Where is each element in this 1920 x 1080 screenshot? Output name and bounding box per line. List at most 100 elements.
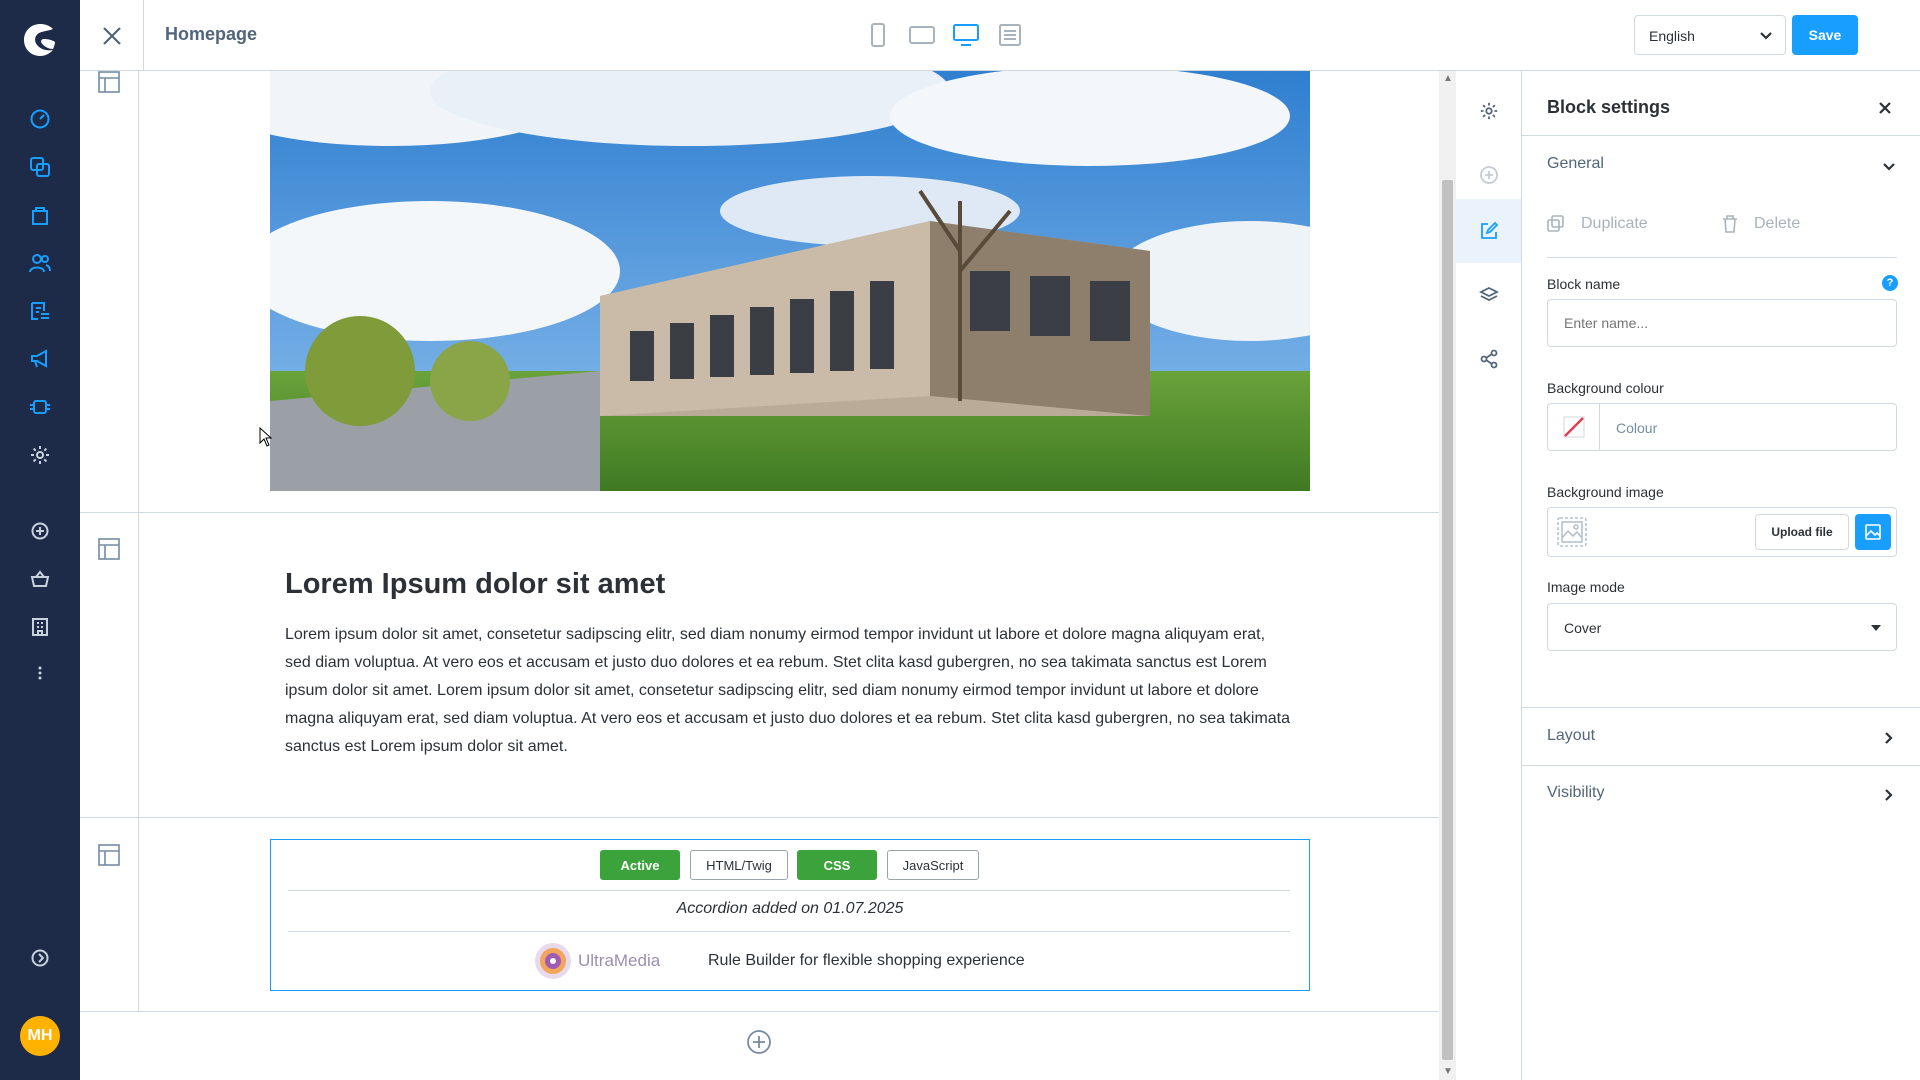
building-photo: [270, 71, 1310, 491]
viewport-desktop-button[interactable]: [952, 22, 980, 48]
image-placeholder-icon: [1557, 517, 1587, 547]
scroll-down-arrow[interactable]: ▼: [1443, 1066, 1453, 1077]
background-image-label: Background image: [1547, 484, 1664, 500]
duplicate-button[interactable]: Duplicate: [1547, 215, 1648, 233]
layers-button[interactable]: [1456, 263, 1521, 327]
marketing-icon[interactable]: [25, 344, 55, 374]
text-paragraph[interactable]: Lorem ipsum dolor sit amet, consetetur s…: [285, 621, 1295, 761]
accordion-text[interactable]: Accordion added on 01.07.2025: [271, 900, 1309, 918]
add-section-button[interactable]: [746, 1029, 772, 1055]
main-navigation: MH: [0, 0, 80, 1080]
dashboard-icon[interactable]: [25, 104, 55, 134]
language-select[interactable]: English: [1634, 15, 1786, 55]
shopware-logo-icon[interactable]: [20, 20, 60, 60]
viewport-mobile-button[interactable]: [864, 22, 892, 48]
layout-section-toggle[interactable]: Layout: [1547, 727, 1595, 745]
tab-html-twig[interactable]: HTML/Twig: [690, 850, 788, 880]
close-editor-button[interactable]: [80, 0, 144, 71]
no-colour-icon: [1563, 416, 1584, 438]
copy-icon: [1547, 215, 1564, 232]
layers-icon: [1478, 286, 1499, 302]
edit-icon: [1480, 221, 1498, 239]
add-circle-icon: [1479, 166, 1498, 184]
ultramedia-logo: UltraMedia: [534, 942, 660, 980]
chevron-down-icon: [1760, 32, 1772, 40]
avatar[interactable]: MH: [20, 1016, 60, 1056]
scroll-up-arrow[interactable]: ▲: [1443, 73, 1453, 84]
add-circle-icon[interactable]: [25, 516, 55, 546]
panel-close-button[interactable]: [1878, 101, 1892, 115]
gear-icon: [1480, 102, 1497, 120]
colour-placeholder: Colour: [1616, 420, 1658, 436]
settings-icon[interactable]: [25, 440, 55, 470]
mouse-cursor-icon: [259, 427, 273, 447]
save-button[interactable]: Save: [1792, 15, 1858, 55]
collapse-icon[interactable]: [25, 943, 55, 973]
background-image-field[interactable]: Upload file: [1547, 507, 1897, 557]
basket-icon[interactable]: [25, 564, 55, 594]
tab-css[interactable]: CSS: [797, 850, 877, 880]
close-icon: [102, 26, 121, 45]
smartphone-icon: [871, 23, 885, 47]
text-heading[interactable]: Lorem Ipsum dolor sit amet: [285, 568, 665, 601]
section-layout-icon[interactable]: [98, 538, 122, 562]
html-block[interactable]: Active HTML/Twig CSS JavaScript Accordio…: [270, 839, 1310, 991]
upload-file-button[interactable]: Upload file: [1755, 514, 1849, 550]
more-icon[interactable]: [25, 658, 55, 688]
visibility-section-toggle[interactable]: Visibility: [1547, 784, 1605, 802]
rule-builder-text[interactable]: Rule Builder for flexible shopping exper…: [708, 952, 1025, 970]
tab-javascript[interactable]: JavaScript: [887, 850, 979, 880]
edit-block-button[interactable]: [1456, 199, 1521, 263]
add-blocks-button[interactable]: [1456, 143, 1521, 207]
hero-image[interactable]: [270, 71, 1310, 491]
divider: [288, 931, 1290, 932]
add-circle-icon: [747, 1030, 771, 1054]
orders-icon[interactable]: [25, 200, 55, 230]
page-canvas: Lorem Ipsum dolor sit amet Lorem ipsum d…: [80, 71, 1439, 1080]
desktop-icon: [953, 24, 979, 46]
image-mode-value: Cover: [1564, 620, 1602, 636]
scrollbar-thumb[interactable]: [1442, 180, 1453, 1060]
share-icon: [1480, 349, 1497, 369]
chevron-right-icon[interactable]: [1882, 788, 1896, 802]
logo-text: UltraMedia: [578, 951, 661, 970]
section-divider: [80, 512, 1439, 513]
duplicate-label: Duplicate: [1581, 215, 1648, 232]
block-name-input[interactable]: [1547, 299, 1897, 347]
divider: [1547, 257, 1897, 258]
tab-active[interactable]: Active: [600, 850, 680, 880]
colour-swatch[interactable]: [1548, 404, 1600, 450]
caret-down-icon: [1871, 625, 1881, 631]
image-mode-label: Image mode: [1547, 579, 1625, 595]
tablet-icon: [909, 26, 935, 44]
section-divider: [80, 1011, 1439, 1012]
delete-button[interactable]: Delete: [1722, 215, 1800, 233]
canvas-scrollbar[interactable]: ▲ ▼: [1439, 71, 1456, 1080]
help-icon[interactable]: ?: [1882, 275, 1898, 291]
section-layout-icon[interactable]: [98, 71, 122, 95]
extensions-icon[interactable]: [25, 392, 55, 422]
content-icon[interactable]: [25, 296, 55, 326]
viewport-list-button[interactable]: [996, 22, 1024, 48]
general-section-toggle[interactable]: General: [1547, 155, 1604, 173]
viewport-tablet-button[interactable]: [908, 22, 936, 48]
chevron-right-icon[interactable]: [1882, 731, 1896, 745]
divider: [1522, 765, 1920, 766]
catalogues-icon[interactable]: [25, 152, 55, 182]
section-divider: [80, 817, 1439, 818]
list-view-icon: [999, 24, 1021, 46]
panel-title: Block settings: [1547, 97, 1671, 117]
block-name-label: Block name: [1547, 276, 1621, 292]
share-button[interactable]: [1456, 327, 1521, 391]
divider: [1522, 707, 1920, 708]
store-icon[interactable]: [25, 612, 55, 642]
page-settings-button[interactable]: [1456, 79, 1521, 143]
chevron-down-icon[interactable]: [1882, 160, 1896, 174]
customers-icon[interactable]: [25, 248, 55, 278]
media-library-button[interactable]: [1855, 514, 1891, 550]
divider: [288, 890, 1290, 891]
section-layout-icon[interactable]: [98, 844, 122, 868]
background-colour-field[interactable]: Colour: [1547, 403, 1897, 451]
close-icon: [1879, 102, 1891, 114]
image-mode-select[interactable]: Cover: [1547, 603, 1897, 651]
